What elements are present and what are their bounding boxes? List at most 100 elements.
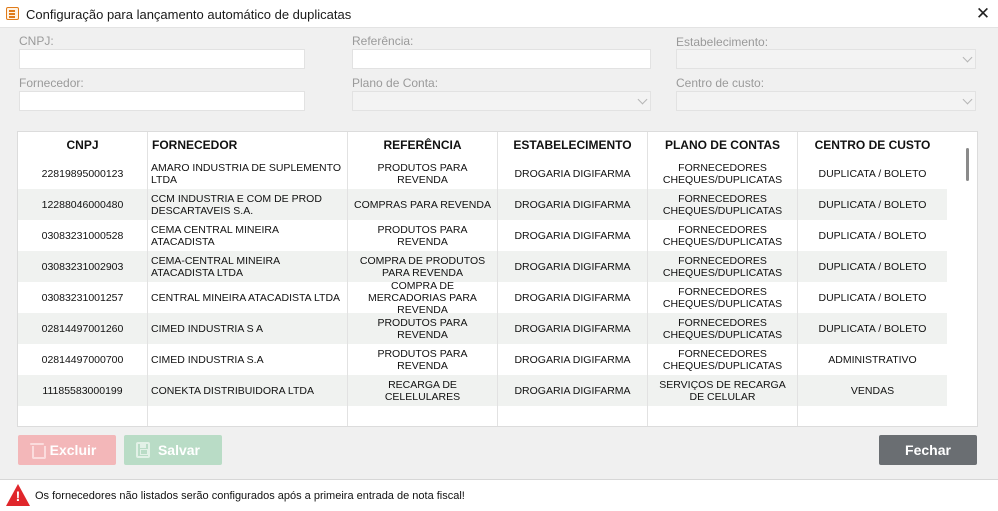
estabelecimento-label: Estabelecimento: bbox=[676, 35, 769, 49]
cell-estabelecimento: DROGARIA DIGIFARMA bbox=[498, 158, 648, 189]
table-row[interactable]: 12288046000480 CCM INDUSTRIA E COM DE PRO… bbox=[18, 189, 948, 220]
fechar-label: Fechar bbox=[905, 442, 951, 458]
close-button[interactable]: ✕ bbox=[968, 0, 998, 28]
cell-fornecedor: CEMA CENTRAL MINEIRA ATACADISTA bbox=[148, 220, 348, 251]
empty-cell bbox=[148, 406, 348, 426]
cell-referencia: COMPRAS PARA REVENDA bbox=[348, 189, 498, 220]
cell-estabelecimento: DROGARIA DIGIFARMA bbox=[498, 282, 648, 313]
cell-centro-de-custo: DUPLICATA / BOLETO bbox=[798, 158, 948, 189]
salvar-button[interactable]: Salvar bbox=[124, 435, 222, 465]
cell-plano-de-contas: FORNECEDORES CHEQUES/DUPLICATAS bbox=[648, 220, 798, 251]
cell-estabelecimento: DROGARIA DIGIFARMA bbox=[498, 344, 648, 375]
cell-cnpj: 02814497001260 bbox=[18, 313, 148, 344]
cell-plano-de-contas: FORNECEDORES CHEQUES/DUPLICATAS bbox=[648, 313, 798, 344]
empty-cell bbox=[348, 406, 498, 426]
trash-icon bbox=[30, 442, 46, 459]
cell-estabelecimento: DROGARIA DIGIFARMA bbox=[498, 313, 648, 344]
cell-estabelecimento: DROGARIA DIGIFARMA bbox=[498, 375, 648, 406]
table-row[interactable]: 03083231001257 CENTRAL MINEIRA ATACADISTA… bbox=[18, 282, 948, 313]
app-icon bbox=[6, 7, 19, 20]
empty-cell bbox=[648, 406, 798, 426]
referencia-input[interactable] bbox=[352, 49, 651, 69]
cell-plano-de-contas: FORNECEDORES CHEQUES/DUPLICATAS bbox=[648, 158, 798, 189]
suppliers-grid[interactable]: CNPJ FORNECEDOR REFERÊNCIA ESTABELECIMEN… bbox=[17, 131, 978, 427]
table-row[interactable]: 02814497000700 CIMED INDUSTRIA S.A PRODUTO… bbox=[18, 344, 948, 375]
excluir-button[interactable]: Excluir bbox=[18, 435, 116, 465]
cnpj-label: CNPJ: bbox=[19, 34, 54, 48]
warning-icon: ! bbox=[6, 484, 30, 506]
column-header-estabelecimento[interactable]: ESTABELECIMENTO bbox=[498, 132, 648, 158]
vertical-scrollbar[interactable] bbox=[947, 132, 977, 426]
cell-cnpj: 03083231000528 bbox=[18, 220, 148, 251]
cell-fornecedor: CCM INDUSTRIA E COM DE PROD DESCARTAVEIS… bbox=[148, 189, 348, 220]
cell-plano-de-contas: FORNECEDORES CHEQUES/DUPLICATAS bbox=[648, 344, 798, 375]
cell-cnpj: 22819895000123 bbox=[18, 158, 148, 189]
cnpj-input[interactable] bbox=[19, 49, 305, 69]
plano-select[interactable] bbox=[352, 91, 651, 111]
table-row[interactable]: 03083231000528 CEMA CENTRAL MINEIRA ATACA… bbox=[18, 220, 948, 251]
save-icon bbox=[136, 442, 150, 458]
column-header-plano-de-contas[interactable]: PLANO DE CONTAS bbox=[648, 132, 798, 158]
cell-centro-de-custo: DUPLICATA / BOLETO bbox=[798, 313, 948, 344]
warning-glyph: ! bbox=[15, 488, 21, 504]
cell-centro-de-custo: ADMINISTRATIVO bbox=[798, 344, 948, 375]
cell-fornecedor: CIMED INDUSTRIA S.A bbox=[148, 344, 348, 375]
fechar-button[interactable]: Fechar bbox=[879, 435, 977, 465]
cell-referencia: PRODUTOS PARA REVENDA bbox=[348, 344, 498, 375]
cell-estabelecimento: DROGARIA DIGIFARMA bbox=[498, 251, 648, 282]
grid-header: CNPJ FORNECEDOR REFERÊNCIA ESTABELECIMEN… bbox=[18, 132, 948, 158]
cell-referencia: PRODUTOS PARA REVENDA bbox=[348, 313, 498, 344]
empty-row bbox=[18, 406, 948, 426]
table-row[interactable]: 02814497001260 CIMED INDUSTRIA S A PRODUTO… bbox=[18, 313, 948, 344]
cell-fornecedor: CENTRAL MINEIRA ATACADISTA LTDA bbox=[148, 282, 348, 313]
cell-plano-de-contas: SERVIÇOS DE RECARGA DE CELULAR bbox=[648, 375, 798, 406]
cell-plano-de-contas: FORNECEDORES CHEQUES/DUPLICATAS bbox=[648, 282, 798, 313]
cell-referencia: COMPRA DE PRODUTOS PARA REVENDA bbox=[348, 251, 498, 282]
cell-fornecedor: CONEKTA DISTRIBUIDORA LTDA bbox=[148, 375, 348, 406]
table-row[interactable]: 03083231002903 CEMA-CENTRAL MINEIRA ATACA… bbox=[18, 251, 948, 282]
centro-select[interactable] bbox=[676, 91, 976, 111]
cell-referencia: COMPRA DE MERCADORIAS PARA REVENDA bbox=[348, 282, 498, 313]
cell-centro-de-custo: VENDAS bbox=[798, 375, 948, 406]
column-header-cnpj[interactable]: CNPJ bbox=[18, 132, 148, 158]
grid-body: 22819895000123 AMARO INDUSTRIA DE SUPLEME… bbox=[18, 158, 948, 426]
title-bar: Configuração para lançamento automático … bbox=[0, 0, 998, 28]
excluir-label: Excluir bbox=[49, 442, 97, 458]
table-row[interactable]: 11185583000199 CONEKTA DISTRIBUIDORA LTDA… bbox=[18, 375, 948, 406]
cell-fornecedor: AMARO INDUSTRIA DE SUPLEMENTO LTDA bbox=[148, 158, 348, 189]
cell-cnpj: 12288046000480 bbox=[18, 189, 148, 220]
cell-centro-de-custo: DUPLICATA / BOLETO bbox=[798, 189, 948, 220]
cell-fornecedor: CEMA-CENTRAL MINEIRA ATACADISTA LTDA bbox=[148, 251, 348, 282]
empty-cell bbox=[798, 406, 948, 426]
cell-plano-de-contas: FORNECEDORES CHEQUES/DUPLICATAS bbox=[648, 189, 798, 220]
cell-centro-de-custo: DUPLICATA / BOLETO bbox=[798, 220, 948, 251]
chevron-down-icon bbox=[637, 94, 648, 105]
chevron-down-icon bbox=[962, 94, 973, 105]
fornecedor-input[interactable] bbox=[19, 91, 305, 111]
referencia-label: Referência: bbox=[352, 34, 414, 48]
estabelecimento-select[interactable] bbox=[676, 49, 976, 69]
column-header-referencia[interactable]: REFERÊNCIA bbox=[348, 132, 498, 158]
cell-cnpj: 03083231001257 bbox=[18, 282, 148, 313]
centro-label: Centro de custo: bbox=[676, 76, 765, 90]
table-row[interactable]: 22819895000123 AMARO INDUSTRIA DE SUPLEME… bbox=[18, 158, 948, 189]
window-title: Configuração para lançamento automático … bbox=[26, 7, 352, 22]
fornecedor-label: Fornecedor: bbox=[19, 76, 84, 90]
status-bar: ! Os fornecedores não listados serão con… bbox=[0, 479, 998, 511]
cell-centro-de-custo: DUPLICATA / BOLETO bbox=[798, 282, 948, 313]
cell-estabelecimento: DROGARIA DIGIFARMA bbox=[498, 189, 648, 220]
scrollbar-thumb[interactable] bbox=[966, 148, 969, 181]
cell-centro-de-custo: DUPLICATA / BOLETO bbox=[798, 251, 948, 282]
cell-cnpj: 03083231002903 bbox=[18, 251, 148, 282]
plano-label: Plano de Conta: bbox=[352, 76, 439, 90]
cell-cnpj: 02814497000700 bbox=[18, 344, 148, 375]
column-header-centro-de-custo[interactable]: CENTRO DE CUSTO bbox=[798, 132, 948, 158]
cell-referencia: PRODUTOS PARA REVENDA bbox=[348, 158, 498, 189]
empty-cell bbox=[498, 406, 648, 426]
chevron-down-icon bbox=[962, 52, 973, 63]
empty-cell bbox=[18, 406, 148, 426]
cell-plano-de-contas: FORNECEDORES CHEQUES/DUPLICATAS bbox=[648, 251, 798, 282]
status-message: Os fornecedores não listados serão confi… bbox=[35, 490, 465, 502]
column-header-fornecedor[interactable]: FORNECEDOR bbox=[148, 132, 348, 158]
cell-referencia: RECARGA DE CELELULARES bbox=[348, 375, 498, 406]
